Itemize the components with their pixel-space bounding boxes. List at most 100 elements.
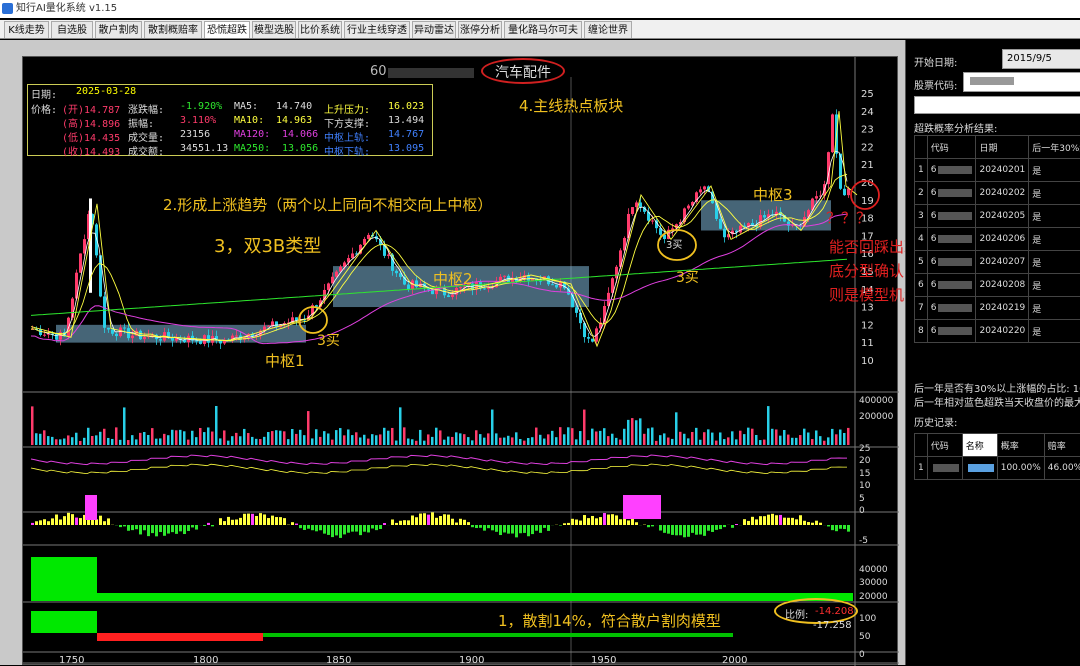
- tab-1[interactable]: 自选股: [51, 21, 93, 38]
- result-row[interactable]: 5620240207是: [915, 251, 1080, 274]
- result-header-0[interactable]: [915, 136, 928, 159]
- volume-bar: [243, 429, 246, 445]
- start-date-input[interactable]: 2015/9/5: [1002, 49, 1080, 69]
- candle-body: [387, 255, 390, 256]
- result-row[interactable]: 1620240201是: [915, 159, 1080, 182]
- volume-bar: [547, 434, 550, 445]
- tab-0[interactable]: K线走势: [4, 21, 49, 38]
- tab-3[interactable]: 散割概赔率: [144, 21, 202, 38]
- candle-body: [395, 271, 398, 273]
- volume-bar: [387, 431, 390, 445]
- amp-value: 3.110%: [180, 115, 216, 126]
- redacted-code: [938, 258, 972, 266]
- candle-body: [207, 335, 210, 343]
- volume-bar: [399, 407, 402, 445]
- histogram-bar: [127, 525, 130, 531]
- volume-bar: [335, 430, 338, 445]
- history-header-1[interactable]: 代码: [927, 434, 962, 457]
- histogram-bar: [79, 518, 82, 525]
- row-flag: 是: [1029, 251, 1080, 274]
- volume-bar: [563, 434, 566, 445]
- volume-bar: [331, 440, 334, 445]
- result-row[interactable]: 6620240208是: [915, 274, 1080, 297]
- stock-code-input[interactable]: [963, 72, 1080, 92]
- histogram-bar: [131, 525, 134, 530]
- volume-bar: [471, 440, 474, 445]
- histogram-bar: [251, 514, 254, 525]
- volume-bar: [247, 433, 250, 445]
- volume-bar: [123, 407, 126, 445]
- histogram-bar: [567, 523, 570, 525]
- high-value: (高)14.896: [62, 115, 120, 130]
- volume-bar: [503, 438, 506, 445]
- result-row[interactable]: 3620240205是: [915, 205, 1080, 228]
- tab-2[interactable]: 散户割肉: [95, 21, 142, 38]
- history-header-2[interactable]: 名称: [962, 434, 997, 457]
- row-code: 6: [927, 228, 976, 251]
- histogram-bar: [699, 525, 702, 534]
- volume-bar: [311, 438, 314, 445]
- ma120-value: 14.066: [282, 129, 318, 140]
- x-tick: 1850: [326, 655, 351, 666]
- histogram-bar: [519, 525, 522, 533]
- tab-7[interactable]: 行业主线穿透: [344, 21, 410, 38]
- vol-value: 23156: [180, 129, 210, 140]
- histogram-bar: [743, 519, 746, 525]
- zs-upper-value: 14.767: [388, 129, 424, 140]
- histogram-bar: [419, 514, 422, 525]
- result-header-3[interactable]: 后一年30%涨幅: [1029, 136, 1080, 159]
- volume-bar: [35, 433, 38, 445]
- tab-5[interactable]: 模型选股: [252, 21, 296, 38]
- candle-body: [447, 295, 450, 297]
- history-header-4[interactable]: 赔率: [1044, 434, 1080, 457]
- volume-bar: [51, 437, 54, 445]
- candle-body: [99, 255, 102, 296]
- history-name: [962, 457, 997, 480]
- history-header-0[interactable]: [915, 434, 928, 457]
- volume-bar: [131, 435, 134, 445]
- result-row[interactable]: 8620240220是: [915, 320, 1080, 343]
- volume-bar: [187, 440, 190, 445]
- tab-6[interactable]: 比价系统: [298, 21, 342, 38]
- result-row[interactable]: 2620240202是: [915, 182, 1080, 205]
- candle-body: [199, 341, 202, 344]
- x-tick: 1950: [591, 655, 616, 666]
- macd-line: [31, 455, 847, 465]
- result-row[interactable]: 7620240219是: [915, 297, 1080, 320]
- tab-10[interactable]: 量化路马尔可夫: [504, 21, 582, 38]
- histogram-bar: [435, 518, 438, 525]
- row-date: 20240219: [976, 297, 1029, 320]
- sector-label: 汽车配件: [495, 62, 551, 82]
- volume-bar: [843, 433, 846, 445]
- histogram-bar: [207, 523, 210, 525]
- history-row[interactable]: 1100.00%46.00%100: [915, 457, 1080, 480]
- summary-line-2: 后一年相对蓝色超跌当天收盘价的最大: [914, 394, 1080, 409]
- redacted-code: [938, 327, 972, 335]
- result-header-2[interactable]: 日期: [976, 136, 1029, 159]
- histogram-bar: [67, 513, 70, 525]
- volume-bar: [279, 431, 282, 445]
- volume-bar: [743, 434, 746, 445]
- stock-name-input[interactable]: [914, 96, 1080, 114]
- result-header-1[interactable]: 代码: [927, 136, 976, 159]
- tab-4[interactable]: 恐慌超跌: [204, 21, 250, 38]
- histogram-bar: [367, 525, 370, 532]
- histogram-bar: [479, 525, 482, 528]
- histogram-bar: [715, 525, 718, 530]
- volume-bar: [711, 433, 714, 445]
- candle-body: [115, 334, 118, 336]
- volume-bar: [103, 429, 106, 445]
- histogram-bar: [179, 525, 182, 531]
- row-code: 6: [927, 274, 976, 297]
- histogram-bar: [719, 525, 722, 529]
- tab-9[interactable]: 涨停分析: [458, 21, 502, 38]
- histogram-bar: [247, 514, 250, 525]
- tab-8[interactable]: 异动雷达: [412, 21, 456, 38]
- volume-bar: [779, 436, 782, 445]
- histogram-bar: [651, 525, 654, 526]
- result-row[interactable]: 4620240206是: [915, 228, 1080, 251]
- tab-11[interactable]: 缠论世界: [584, 21, 632, 38]
- volume-bar: [291, 429, 294, 445]
- candle-body: [407, 285, 410, 290]
- history-header-3[interactable]: 概率: [997, 434, 1044, 457]
